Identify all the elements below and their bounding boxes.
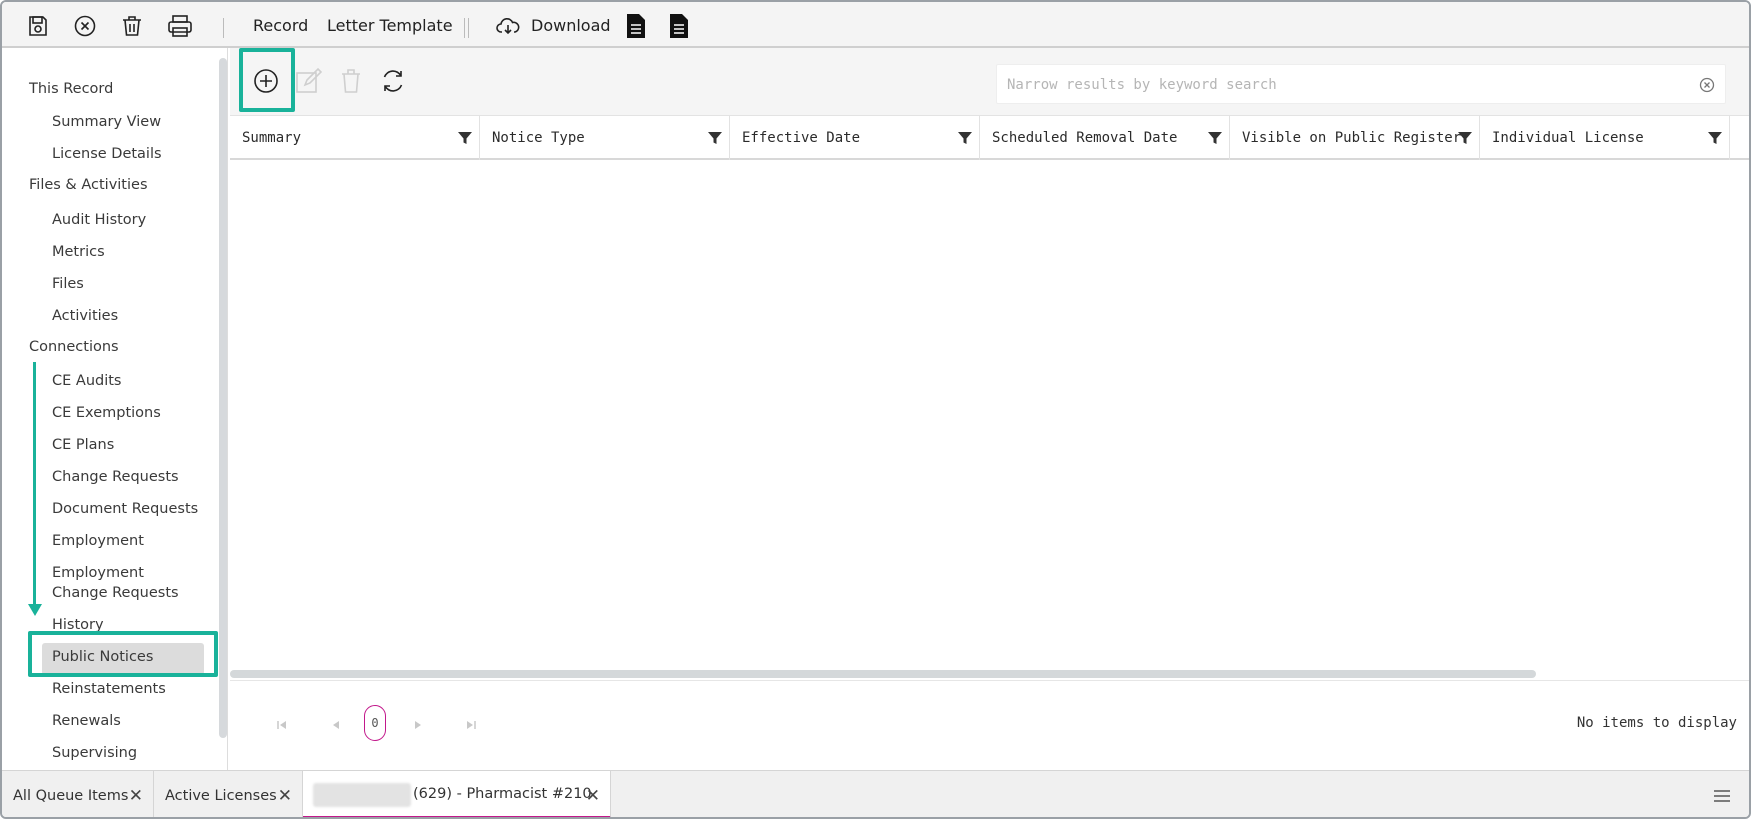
close-circle-icon[interactable] [71, 12, 99, 40]
sidebar-item-ce-audits[interactable]: CE Audits [52, 371, 121, 391]
toolbar-separator [464, 18, 465, 38]
filter-icon[interactable] [457, 130, 473, 146]
sidebar-item-employment-change-requests[interactable]: Employment Change Requests [52, 563, 202, 603]
first-page-icon[interactable] [272, 715, 292, 735]
menu-icon[interactable] [1713, 788, 1731, 804]
column-label: Summary [242, 130, 302, 146]
column-header-effective-date[interactable]: Effective Date [730, 116, 980, 160]
toolbar-separator [223, 18, 224, 38]
close-icon[interactable]: ✕ [586, 786, 600, 806]
sidebar-item-renewals[interactable]: Renewals [52, 711, 121, 731]
document-icon[interactable] [665, 12, 693, 40]
column-header-visible-on-public-register[interactable]: Visible on Public Register [1230, 116, 1480, 160]
record-menu[interactable]: Record [253, 16, 308, 35]
filter-icon[interactable] [1457, 130, 1473, 146]
tab-all-queue-items[interactable]: All Queue Items ✕ [2, 771, 154, 817]
sidebar-group-files-activities: Files & Activities [29, 177, 148, 193]
toolbar-separator [468, 18, 469, 38]
filter-icon[interactable] [1707, 130, 1723, 146]
document-icon[interactable] [622, 12, 650, 40]
sidebar-item-public-notices[interactable]: Public Notices [52, 647, 153, 667]
download-button[interactable]: Download [531, 16, 611, 35]
column-label: Individual License [1492, 130, 1644, 146]
sidebar-item-supervising[interactable]: Supervising [52, 743, 137, 763]
filter-icon[interactable] [707, 130, 723, 146]
column-label: Effective Date [742, 130, 861, 146]
add-icon[interactable] [251, 66, 281, 96]
horizontal-scrollbar[interactable] [230, 670, 1536, 678]
previous-page-icon[interactable] [326, 715, 346, 735]
search-box [996, 64, 1726, 104]
save-icon[interactable] [24, 12, 52, 40]
pager-info: No items to display [1576, 715, 1737, 731]
annotation-arrow-head [28, 604, 42, 616]
filter-icon[interactable] [957, 130, 973, 146]
pager: 0 No items to display [230, 680, 1749, 770]
close-icon[interactable]: ✕ [278, 786, 292, 806]
sidebar-item-ce-plans[interactable]: CE Plans [52, 435, 114, 455]
next-page-icon[interactable] [408, 715, 428, 735]
sidebar-item-document-requests[interactable]: Document Requests [52, 499, 198, 519]
app-window: Record Letter Template Download This Rec… [0, 0, 1751, 819]
refresh-icon[interactable] [378, 66, 408, 96]
tab-active-licenses[interactable]: Active Licenses ✕ [154, 771, 303, 817]
print-icon[interactable] [166, 12, 194, 40]
sidebar-item-metrics[interactable]: Metrics [52, 242, 105, 262]
current-page[interactable]: 0 [364, 705, 386, 741]
column-header-scheduled-removal-date[interactable]: Scheduled Removal Date [980, 116, 1230, 160]
column-header-notice-type[interactable]: Notice Type [480, 116, 730, 160]
tab-label: All Queue Items [13, 787, 129, 804]
sidebar-item-summary-view[interactable]: Summary View [52, 112, 161, 132]
close-icon[interactable]: ✕ [129, 786, 143, 806]
sidebar-item-license-details[interactable]: License Details [52, 144, 162, 164]
tab-pharmacist-record[interactable]: (629) - Pharmacist #210 ✕ [303, 771, 611, 817]
keyword-search-input[interactable] [1007, 74, 1677, 96]
sidebar-item-reinstatements[interactable]: Reinstatements [52, 679, 166, 699]
top-toolbar: Record Letter Template Download [2, 2, 1749, 48]
sidebar-item-ce-exemptions[interactable]: CE Exemptions [52, 403, 161, 423]
sidebar-group-this-record: This Record [29, 81, 114, 97]
column-label: Notice Type [492, 130, 585, 146]
cloud-download-icon[interactable] [494, 12, 522, 40]
column-header-summary[interactable]: Summary [230, 116, 480, 160]
edit-icon[interactable] [294, 66, 324, 96]
sidebar-item-audit-history[interactable]: Audit History [52, 210, 146, 230]
grid-body [230, 160, 1749, 680]
filter-icon[interactable] [1207, 130, 1223, 146]
tab-label: Active Licenses [165, 787, 277, 804]
sidebar-item-history[interactable]: History [52, 615, 104, 635]
delete-icon[interactable] [336, 66, 366, 96]
letter-template-menu[interactable]: Letter Template [327, 16, 453, 35]
column-header-individual-license[interactable]: Individual License [1480, 116, 1730, 160]
sidebar-item-files[interactable]: Files [52, 274, 84, 294]
clear-search-icon[interactable] [1699, 77, 1715, 93]
last-page-icon[interactable] [461, 715, 481, 735]
column-label: Scheduled Removal Date [992, 130, 1178, 146]
sidebar-scrollbar[interactable] [219, 58, 227, 738]
grid-header: Summary Notice Type Effective Date Sched… [230, 116, 1749, 160]
trash-icon[interactable] [118, 12, 146, 40]
annotation-arrow [33, 362, 36, 608]
column-label: Visible on Public Register [1242, 130, 1462, 146]
sidebar-item-activities[interactable]: Activities [52, 306, 118, 326]
sidebar-item-employment[interactable]: Employment [52, 531, 144, 551]
sidebar-group-connections: Connections [29, 339, 119, 355]
record-sidebar: This Record Summary View License Details… [2, 48, 228, 770]
bottom-tab-bar: All Queue Items ✕ Active Licenses ✕ (629… [2, 770, 1749, 817]
sidebar-item-change-requests[interactable]: Change Requests [52, 467, 179, 487]
redacted-name [313, 783, 411, 807]
